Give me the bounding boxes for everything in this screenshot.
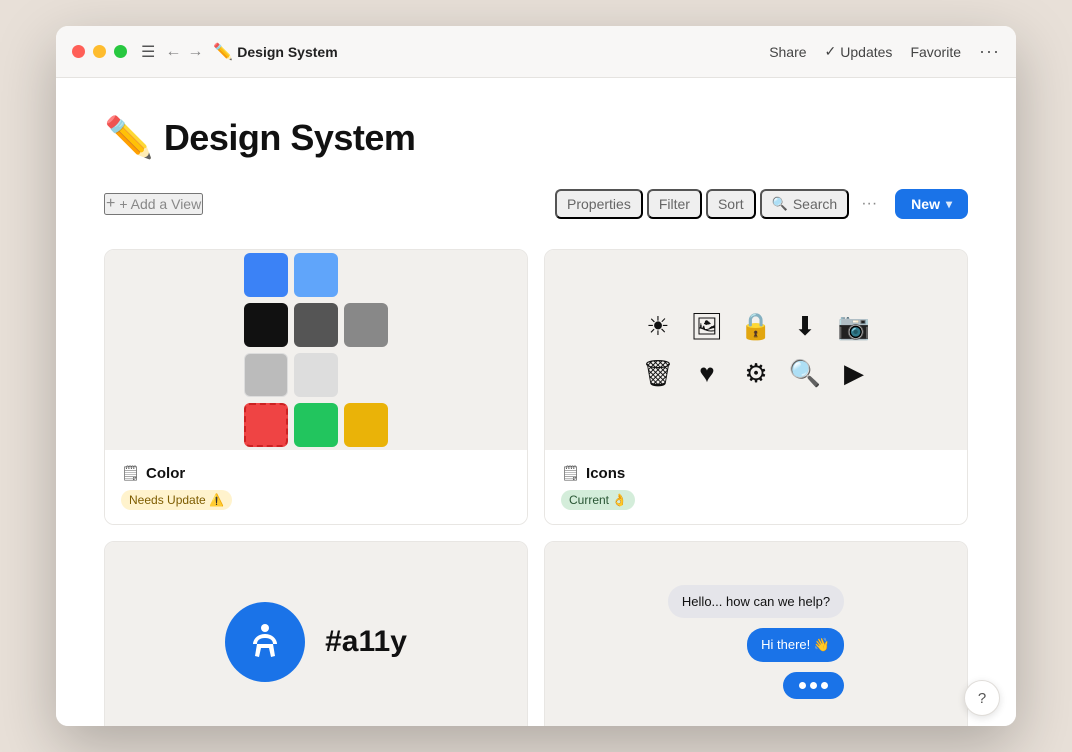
play-icon: ▶ xyxy=(838,358,871,389)
sun-icon: ☀ xyxy=(641,311,674,342)
icons-card-name-row: 🗒 Icons xyxy=(561,464,951,482)
toolbar-more-button[interactable]: ··· xyxy=(853,190,885,218)
filter-button[interactable]: Filter xyxy=(647,189,702,219)
toolbar-right: Properties Filter Sort 🔍 Search ··· New xyxy=(555,189,968,219)
search-label: Search xyxy=(793,196,837,212)
a11y-card[interactable]: #a11y 🗒 Accessibility xyxy=(104,541,528,726)
download-icon: ⬇ xyxy=(789,311,822,342)
heart-icon: ♥ xyxy=(690,358,723,389)
page-icon: ✏️ xyxy=(213,42,233,62)
icons-doc-icon: 🗒 xyxy=(561,464,580,482)
accessibility-person-icon xyxy=(243,620,287,664)
titlebar-actions: Share ✓ Updates Favorite ··· xyxy=(769,41,1000,62)
chat-bubble-reply: Hi there! 👋 xyxy=(747,628,844,662)
magnify-icon: 🔍 xyxy=(789,358,822,389)
dot-1 xyxy=(799,682,806,689)
icons-card-preview: ☀ 🖼 🔒 ⬇ 📷 🗑 ♥ ⚙ 🔍 ▶ xyxy=(545,250,967,450)
add-view-label: + Add a View xyxy=(119,196,201,212)
filter-label: Filter xyxy=(659,196,690,212)
color-card-preview xyxy=(105,250,527,450)
new-chevron-icon: ▾ xyxy=(946,197,952,211)
sort-button[interactable]: Sort xyxy=(706,189,756,219)
color-card-info: 🗒 Color Needs Update ⚠️ xyxy=(105,450,527,524)
search-icon: 🔍 xyxy=(772,196,788,212)
chat-card[interactable]: Hello... how can we help? Hi there! 👋 🗒 xyxy=(544,541,968,726)
trash-icon: 🗑 xyxy=(641,358,674,389)
new-label: New xyxy=(911,196,940,212)
swatch-lightblue xyxy=(294,253,338,297)
settings-icon: ⚙ xyxy=(739,358,772,389)
a11y-visual: #a11y xyxy=(225,602,407,682)
help-button[interactable]: ? xyxy=(964,680,1000,716)
page-emoji-icon: ✏️ xyxy=(104,114,154,161)
traffic-lights xyxy=(72,45,127,58)
updates-check-icon: ✓ xyxy=(825,43,837,60)
chat-card-preview: Hello... how can we help? Hi there! 👋 xyxy=(545,542,967,726)
swatch-whitegray xyxy=(294,353,338,397)
icons-card-badge: Current 👌 xyxy=(561,490,635,510)
swatch-medgray xyxy=(344,303,388,347)
search-button[interactable]: 🔍 Search xyxy=(760,189,850,219)
image-icon: 🖼 xyxy=(690,311,723,342)
menu-icon[interactable]: ☰ xyxy=(141,42,155,62)
close-button[interactable] xyxy=(72,45,85,58)
updates-label: Updates xyxy=(840,44,892,60)
favorite-button[interactable]: Favorite xyxy=(910,44,961,60)
swatch-red xyxy=(244,403,288,447)
dot-3 xyxy=(821,682,828,689)
swatch-green xyxy=(294,403,338,447)
plus-icon: + xyxy=(106,195,115,213)
color-swatches-grid xyxy=(244,253,388,447)
cards-grid: 🗒 Color Needs Update ⚠️ ☀ 🖼 🔒 ⬇ xyxy=(104,249,968,726)
app-window: ☰ ← → ✏️ Design System Share ✓ Updates F… xyxy=(56,26,1016,726)
chat-visual: Hello... how can we help? Hi there! 👋 xyxy=(648,565,864,719)
color-doc-icon: 🗒 xyxy=(121,464,140,482)
nav-buttons: ← → xyxy=(165,43,203,61)
more-menu-button[interactable]: ··· xyxy=(979,41,1000,62)
titlebar: ☰ ← → ✏️ Design System Share ✓ Updates F… xyxy=(56,26,1016,78)
view-toolbar: + + Add a View Properties Filter Sort 🔍 xyxy=(104,189,968,229)
color-card-name-row: 🗒 Color xyxy=(121,464,511,482)
window-title: Design System xyxy=(237,44,337,60)
share-button[interactable]: Share xyxy=(769,44,806,60)
a11y-card-preview: #a11y xyxy=(105,542,527,726)
sort-label: Sort xyxy=(718,196,744,212)
updates-button[interactable]: ✓ Updates xyxy=(825,43,893,60)
forward-button[interactable]: → xyxy=(187,43,203,61)
swatch-darkgray xyxy=(294,303,338,347)
back-button[interactable]: ← xyxy=(165,43,181,61)
chat-bubble-question: Hello... how can we help? xyxy=(668,585,844,618)
fullscreen-button[interactable] xyxy=(114,45,127,58)
dot-2 xyxy=(810,682,817,689)
a11y-label: #a11y xyxy=(325,625,407,659)
page-title-area: ✏️ Design System xyxy=(104,114,968,161)
icons-preview-grid: ☀ 🖼 🔒 ⬇ 📷 🗑 ♥ ⚙ 🔍 ▶ xyxy=(631,301,880,399)
icons-card-info: 🗒 Icons Current 👌 xyxy=(545,450,967,524)
chat-typing-indicator xyxy=(783,672,844,699)
minimize-button[interactable] xyxy=(93,45,106,58)
swatch-lightgray xyxy=(244,353,288,397)
swatch-blue xyxy=(244,253,288,297)
page-title: Design System xyxy=(164,117,416,159)
main-content: ✏️ Design System + + Add a View Properti… xyxy=(56,78,1016,726)
swatch-yellow xyxy=(344,403,388,447)
camera-icon: 📷 xyxy=(838,311,871,342)
properties-button[interactable]: Properties xyxy=(555,189,643,219)
lock-icon: 🔒 xyxy=(739,311,772,342)
color-card[interactable]: 🗒 Color Needs Update ⚠️ xyxy=(104,249,528,525)
properties-label: Properties xyxy=(567,196,631,212)
swatch-black xyxy=(244,303,288,347)
icons-card[interactable]: ☀ 🖼 🔒 ⬇ 📷 🗑 ♥ ⚙ 🔍 ▶ xyxy=(544,249,968,525)
icons-card-name: Icons xyxy=(586,465,625,482)
color-card-name: Color xyxy=(146,465,185,482)
add-view-button[interactable]: + + Add a View xyxy=(104,193,203,215)
a11y-circle xyxy=(225,602,305,682)
color-card-badge: Needs Update ⚠️ xyxy=(121,490,232,510)
new-button[interactable]: New ▾ xyxy=(895,189,968,219)
